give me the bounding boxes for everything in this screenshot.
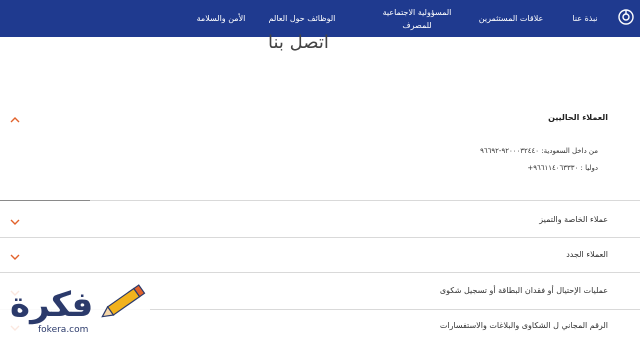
accordion-fraud-report[interactable]: عمليات الإحتيال أو فقدان البطاقة أو تسجي… bbox=[440, 286, 608, 295]
chevron-down-icon[interactable] bbox=[10, 218, 20, 226]
detail-international-phone: دوليا : ٩٦٦١١٤٠٦٣٣٣٠+ bbox=[527, 164, 598, 172]
accordion-current-customers[interactable]: العملاء الحاليين bbox=[548, 113, 608, 122]
nav-item-investor-relations[interactable]: علاقات المستثمرين bbox=[468, 0, 554, 37]
nav-item-safety[interactable]: الأمن والسلامة bbox=[186, 0, 256, 37]
divider bbox=[0, 200, 90, 201]
accordion-new-customers[interactable]: العملاء الجدد bbox=[566, 250, 608, 259]
page-title: اتصل بنا bbox=[268, 32, 329, 53]
chevron-up-icon[interactable] bbox=[10, 116, 20, 124]
nav-item-social-responsibility[interactable]: المسؤولية الاجتماعية للمصرف bbox=[374, 0, 460, 37]
detail-domestic-phone: من داخل السعودية: ٩٢٠٠٠٣٢٤٤٠-٩٦٦٩٢ bbox=[480, 147, 598, 155]
watermark-url: fokera.com bbox=[38, 325, 88, 335]
watermark-name: فكرة bbox=[10, 285, 93, 325]
chevron-down-icon[interactable] bbox=[10, 253, 20, 261]
fokera-watermark-logo: فكرة fokera.com bbox=[0, 278, 150, 340]
divider bbox=[90, 200, 640, 201]
nav-item-about[interactable]: نبذة عنا bbox=[560, 0, 610, 37]
bank-logo-icon[interactable] bbox=[618, 9, 634, 25]
accordion-toll-free-complaints[interactable]: الرقم المجاني ل الشكاوى والبلاغات والاست… bbox=[440, 321, 608, 330]
divider bbox=[0, 237, 640, 238]
accordion-private-customers[interactable]: عملاء الخاصة والتميز bbox=[539, 215, 608, 224]
